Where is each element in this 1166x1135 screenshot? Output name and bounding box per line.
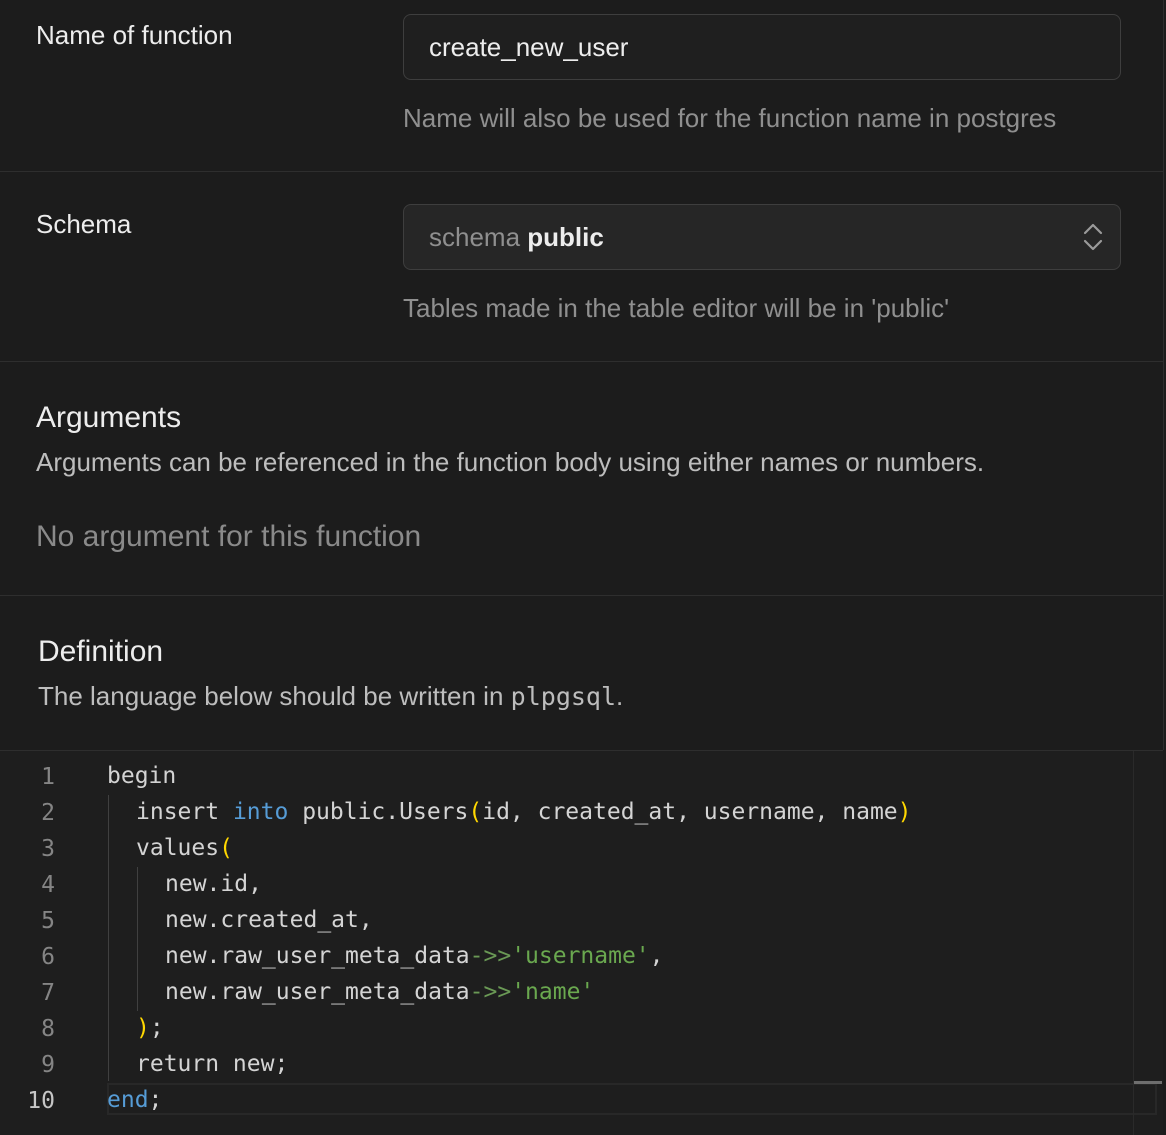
line-number: 2 — [41, 800, 55, 826]
code-editor[interactable]: 1 2 3 4 5 6 7 8 9 10 begin insert into p… — [0, 750, 1163, 1135]
code-line-4: new.id, — [165, 871, 262, 897]
definition-description: The language below should be written in … — [38, 681, 623, 712]
chevron-up-down-icon — [1083, 223, 1103, 251]
arguments-section: Arguments Arguments can be referenced in… — [0, 361, 1163, 596]
indent-guide — [108, 795, 109, 1081]
schema-help: Tables made in the table editor will be … — [403, 293, 950, 323]
code-line-10: end; — [107, 1087, 163, 1113]
schema-select-prefix: schema — [429, 222, 521, 252]
code-line-1: begin — [107, 763, 177, 789]
schema-label: Schema — [36, 209, 132, 239]
definition-section: Definition The language below should be … — [0, 595, 1163, 750]
line-number: 9 — [41, 1052, 55, 1078]
arguments-description: Arguments can be referenced in the funct… — [36, 447, 985, 477]
definition-description-text: The language below should be written in — [38, 681, 504, 711]
line-number: 1 — [41, 764, 55, 790]
schema-section: Schema schema public Tables made in the … — [0, 171, 1163, 362]
line-number: 7 — [41, 980, 55, 1006]
definition-title: Definition — [38, 635, 164, 668]
definition-description-end: . — [616, 681, 624, 711]
arguments-empty-state: No argument for this function — [36, 520, 422, 553]
minimap-cursor-marker[interactable] — [1134, 1081, 1162, 1084]
code-line-5: new.created_at, — [165, 907, 373, 933]
code-line-9: return new; — [136, 1051, 289, 1077]
indent-guide — [137, 867, 138, 1011]
schema-select-value: public — [527, 222, 604, 252]
function-name-help: Name will also be used for the function … — [403, 103, 1057, 133]
function-name-input[interactable]: create_new_user — [403, 14, 1121, 80]
line-number: 4 — [41, 872, 55, 898]
code-line-7: new.raw_user_meta_data->>'name' — [165, 979, 595, 1005]
schema-select[interactable]: schema public — [403, 204, 1121, 270]
arguments-title: Arguments — [36, 401, 182, 434]
line-number: 5 — [41, 908, 55, 934]
definition-language: plpgsql — [510, 682, 617, 711]
code-line-6: new.raw_user_meta_data->>'username', — [165, 943, 664, 969]
line-number-active: 10 — [27, 1088, 55, 1114]
code-line-8: ); — [136, 1015, 164, 1041]
function-name-section: Name of function create_new_user Name wi… — [0, 0, 1163, 172]
current-line-highlight — [107, 1083, 1157, 1115]
function-name-label: Name of function — [36, 20, 233, 50]
line-number: 3 — [41, 836, 55, 862]
line-number: 8 — [41, 1016, 55, 1042]
minimap-border — [1133, 751, 1134, 1135]
code-line-3: values( — [136, 835, 233, 861]
line-number: 6 — [41, 944, 55, 970]
code-line-2: insert into public.Users(id, created_at,… — [136, 799, 912, 825]
